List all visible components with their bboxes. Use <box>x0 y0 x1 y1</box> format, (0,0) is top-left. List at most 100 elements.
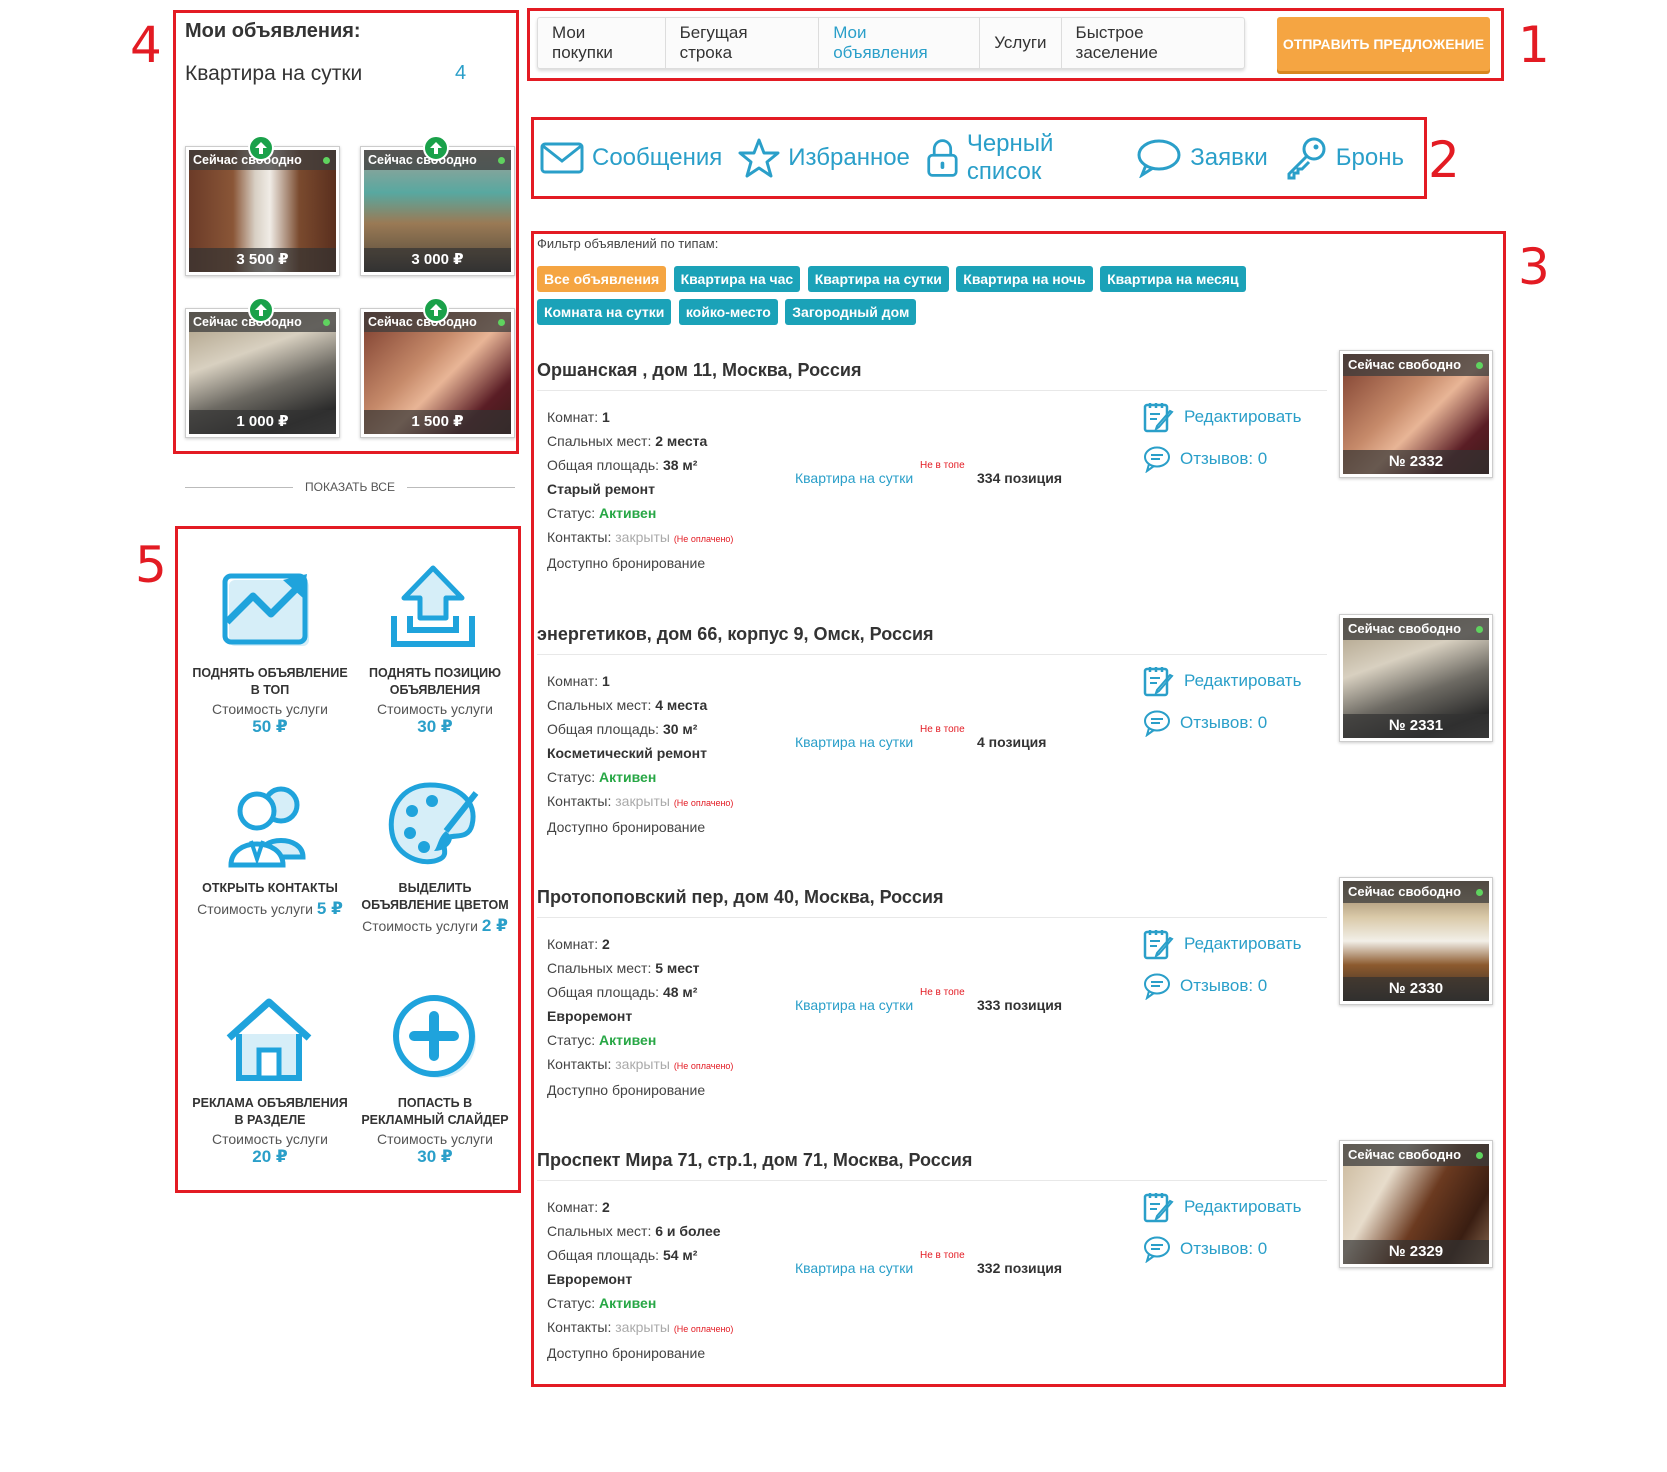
show-all-link[interactable]: ПОКАЗАТЬ ВСЕ <box>185 480 516 494</box>
annotation-marker-5: 5 <box>135 536 167 594</box>
palette-icon <box>388 782 479 865</box>
blacklist-link[interactable]: Черный список <box>926 130 1120 186</box>
comment-icon <box>1144 973 1170 1000</box>
comment-icon <box>1144 446 1170 473</box>
listing-props: Комнат: 2 Спальных мест: 6 и более Общая… <box>547 1199 734 1361</box>
house-icon <box>226 998 312 1081</box>
chip-all[interactable]: Все объявления <box>537 266 667 292</box>
listing-type[interactable]: Квартира на сутки <box>795 470 913 486</box>
arrow-up-icon[interactable] <box>248 297 274 323</box>
annotation-marker-3: 3 <box>1518 238 1550 296</box>
listing-address[interactable]: Проспект Мира 71, стр.1, дом 71, Москва,… <box>537 1150 972 1171</box>
users-icon <box>228 786 306 868</box>
arrow-up-icon[interactable] <box>248 135 274 161</box>
edit-icon <box>1143 930 1174 960</box>
favorites-link[interactable]: Избранное <box>738 137 910 179</box>
requests-label: Заявки <box>1190 144 1268 171</box>
key-icon <box>1287 137 1326 180</box>
chip-country-house[interactable]: Загородный дом <box>785 299 917 325</box>
service-raise-position[interactable]: ПОДНЯТЬ ПОЗИЦИЮ ОБЪЯВЛЕНИЯ Стоимость усл… <box>355 555 515 737</box>
envelope-icon <box>540 142 584 174</box>
listing-type[interactable]: Квартира на сутки <box>795 734 913 750</box>
reviews-link[interactable]: Отзывов: 0 <box>1142 1235 1267 1263</box>
listing-type[interactable]: Квартира на сутки <box>795 1260 913 1276</box>
service-section-ad[interactable]: РЕКЛАМА ОБЪЯВЛЕНИЯ В РАЗДЕЛЕ Стоимость у… <box>190 985 350 1167</box>
nav-my-listings[interactable]: Мои объявления <box>819 18 981 68</box>
tray-upload-icon <box>391 565 475 647</box>
chip-night[interactable]: Квартира на ночь <box>956 266 1093 292</box>
messages-link[interactable]: Сообщения <box>540 142 722 174</box>
my-listing-thumb[interactable]: Сейчас свободно 1 500 ₽ <box>360 297 515 438</box>
star-icon <box>738 138 780 178</box>
listing-address[interactable]: Протопоповский пер, дом 40, Москва, Росс… <box>537 887 943 908</box>
listing-card: Проспект Мира 71, стр.1, дом 71, Москва,… <box>537 1140 1493 1390</box>
edit-icon <box>1143 667 1174 697</box>
my-listing-thumb[interactable]: Сейчас свободно 1 000 ₽ <box>185 297 340 438</box>
not-top-label: Не в топе <box>920 1250 965 1261</box>
nav-services[interactable]: Услуги <box>980 18 1062 68</box>
service-ad-slider[interactable]: ПОПАСТЬ В РЕКЛАМНЫЙ СЛАЙДЕР Стоимость ус… <box>355 985 515 1167</box>
nav-ticker[interactable]: Бегущая строка <box>666 18 820 68</box>
listing-address[interactable]: энергетиков, дом 66, корпус 9, Омск, Рос… <box>537 624 934 645</box>
annotation-marker-1: 1 <box>1518 16 1550 74</box>
nav-fast-checkin[interactable]: Быстрое заселение <box>1062 18 1244 68</box>
service-open-contacts[interactable]: ОТКРЫТЬ КОНТАКТЫ Стоимость услуги 5 ₽ <box>190 770 350 919</box>
service-highlight-color[interactable]: ВЫДЕЛИТЬ ОБЪЯВЛЕНИЕ ЦВЕТОМ Стоимость усл… <box>355 770 515 936</box>
not-top-label: Не в топе <box>920 460 965 471</box>
listing-card: Протопоповский пер, дом 40, Москва, Росс… <box>537 877 1493 1127</box>
my-listings-category[interactable]: Квартира на сутки <box>185 62 362 86</box>
edit-button[interactable]: Редактировать <box>1142 1190 1301 1224</box>
chart-up-icon <box>222 573 309 646</box>
requests-link[interactable]: Заявки <box>1136 138 1268 178</box>
arrow-up-icon[interactable] <box>423 297 449 323</box>
listing-card: энергетиков, дом 66, корпус 9, Омск, Рос… <box>537 614 1493 864</box>
chip-hour[interactable]: Квартира на час <box>673 266 801 292</box>
booking-link[interactable]: Бронь <box>1284 136 1404 180</box>
listing-props: Комнат: 2 Спальных мест: 5 мест Общая пл… <box>547 936 734 1098</box>
annotation-marker-4: 4 <box>130 16 162 74</box>
comment-icon <box>1144 1236 1170 1263</box>
nav-my-purchases[interactable]: Мои покупки <box>538 18 666 68</box>
plus-circle-icon <box>393 995 476 1078</box>
filter-label: Фильтр объявлений по типам: <box>537 236 719 251</box>
my-listings-title: Мои объявления: <box>185 20 361 42</box>
listing-card: Оршанская , дом 11, Москва, Россия Комна… <box>537 350 1493 600</box>
arrow-up-icon[interactable] <box>423 135 449 161</box>
listing-photo[interactable]: Сейчас свободно № 2330 <box>1339 877 1493 1005</box>
send-offer-button[interactable]: ОТПРАВИТЬ ПРЕДЛОЖЕНИЕ <box>1277 17 1490 71</box>
listing-photo[interactable]: Сейчас свободно № 2329 <box>1339 1140 1493 1268</box>
listing-type[interactable]: Квартира на сутки <box>795 997 913 1013</box>
reviews-link[interactable]: Отзывов: 0 <box>1142 709 1267 737</box>
annotation-marker-2: 2 <box>1428 131 1460 189</box>
reviews-link[interactable]: Отзывов: 0 <box>1142 972 1267 1000</box>
chip-bed[interactable]: койко-место <box>678 299 778 325</box>
chip-day[interactable]: Квартира на сутки <box>807 266 949 292</box>
messages-label: Сообщения <box>592 144 723 171</box>
edit-button[interactable]: Редактировать <box>1142 927 1301 961</box>
comment-icon <box>1144 710 1170 737</box>
my-listing-thumb[interactable]: Сейчас свободно 3 500 ₽ <box>185 135 340 276</box>
chip-room-day[interactable]: Комната на сутки <box>537 299 672 325</box>
listing-props: Комнат: 1 Спальных мест: 2 места Общая п… <box>547 409 734 571</box>
favorites-label: Избранное <box>788 144 910 171</box>
speech-bubble-icon <box>1137 139 1181 178</box>
listing-photo[interactable]: Сейчас свободно № 2331 <box>1339 614 1493 742</box>
blacklist-label: Черный список <box>966 130 1054 185</box>
not-top-label: Не в топе <box>920 724 965 735</box>
reviews-link[interactable]: Отзывов: 0 <box>1142 445 1267 473</box>
listing-position: 4 позиция <box>977 734 1047 750</box>
edit-icon <box>1143 1193 1174 1223</box>
chip-month[interactable]: Квартира на месяц <box>1100 266 1246 292</box>
listing-position: 333 позиция <box>977 997 1063 1013</box>
listing-address[interactable]: Оршанская , дом 11, Москва, Россия <box>537 360 861 381</box>
edit-button[interactable]: Редактировать <box>1142 400 1301 434</box>
not-top-label: Не в топе <box>920 987 965 998</box>
edit-icon <box>1143 403 1174 433</box>
filter-chips: Все объявления Квартира на час Квартира … <box>537 266 1317 332</box>
edit-button[interactable]: Редактировать <box>1142 664 1301 698</box>
listing-photo[interactable]: Сейчас свободно № 2332 <box>1339 350 1493 478</box>
service-raise-top[interactable]: ПОДНЯТЬ ОБЪЯВЛЕНИЕ В ТОП Стоимость услуг… <box>190 555 350 737</box>
my-listing-thumb[interactable]: Сейчас свободно 3 000 ₽ <box>360 135 515 276</box>
listing-position: 334 позиция <box>977 470 1063 486</box>
listing-position: 332 позиция <box>977 1260 1063 1276</box>
